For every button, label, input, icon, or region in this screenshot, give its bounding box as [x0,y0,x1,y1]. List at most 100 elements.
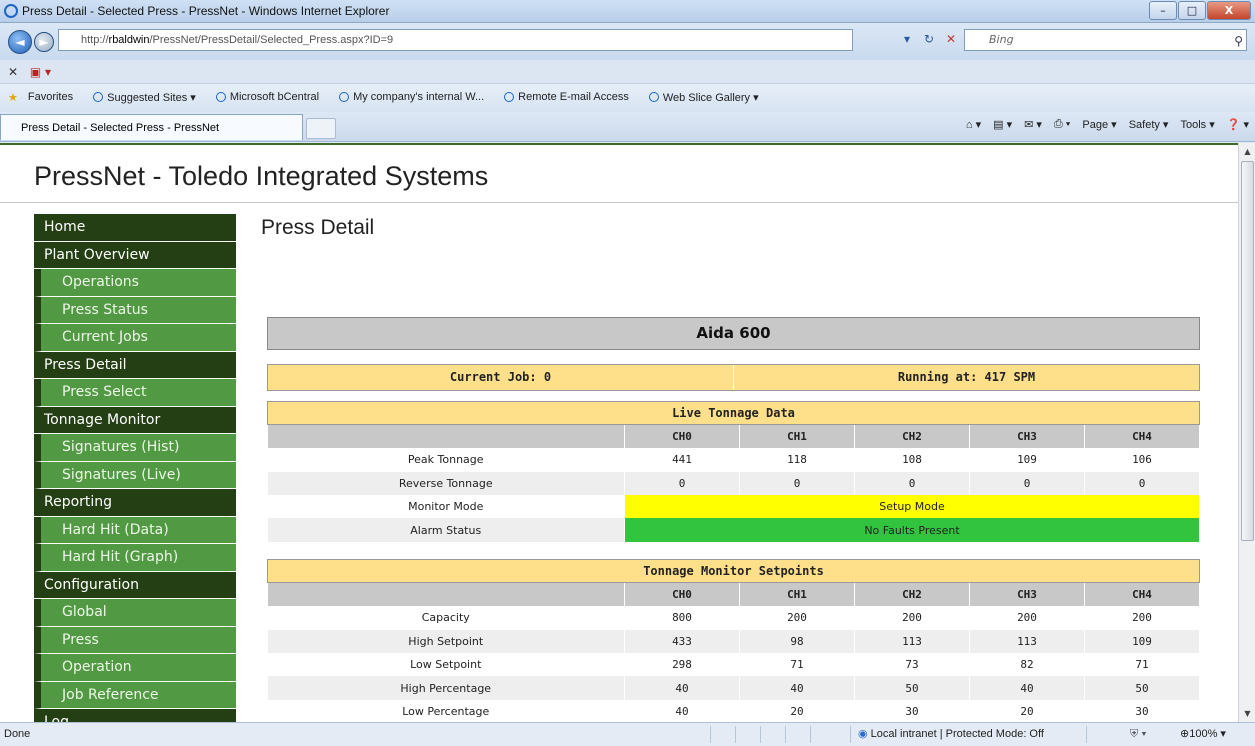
fav-internal[interactable]: My company's internal W... [339,91,494,103]
security-zone[interactable]: ◉ Local intranet | Protected Mode: Off [858,723,1044,746]
table-cell: 0 [739,471,855,496]
print-icon[interactable]: ⎙ ▾ [1054,118,1070,131]
table-cell: 109 [969,448,1085,472]
table-cell: 433 [624,629,740,654]
table-cell: 298 [624,653,740,677]
fav-web-slice[interactable]: Web Slice Gallery ▾ [648,91,769,104]
sidebar-item-reporting[interactable]: Reporting [34,489,236,517]
tab-press-detail[interactable]: Press Detail - Selected Press - PressNet [0,114,303,140]
scroll-down-icon[interactable]: ▼ [1239,705,1255,722]
page-menu[interactable]: Page ▾ [1082,118,1116,131]
table-row: Peak Tonnage 441 118 108 109 106 [267,448,1200,472]
sidebar-item-signatures-live[interactable]: Signatures (Live) [34,461,236,489]
sidebar-item-current-jobs[interactable]: Current Jobs [34,324,236,352]
ie-page-icon [339,92,350,102]
address-input[interactable]: http://rbaldwin/PressNet/PressDetail/Sel… [58,29,853,51]
search-icon[interactable]: ⚲ [1234,34,1243,48]
table-cell: 200 [854,606,970,630]
table-cell: 82 [969,653,1085,677]
refresh-icon[interactable]: ↻ [918,29,940,51]
sidebar-item-configuration[interactable]: Configuration [34,571,236,599]
fav-bcentral[interactable]: Microsoft bCentral [215,91,329,103]
fav-suggested-sites[interactable]: Suggested Sites ▾ [93,91,206,104]
job-status-row: Current Job: 0 Running at: 417 SPM [267,364,1200,391]
forward-button[interactable]: ► [34,31,54,52]
page-title: Press Detail [261,216,375,239]
column-header: CH2 [854,582,970,607]
help-icon[interactable]: ❓ ▾ [1227,118,1249,131]
close-tab-icon[interactable]: ✕ [8,65,18,79]
column-header: CH2 [854,424,970,449]
scroll-up-icon[interactable]: ▲ [1239,143,1255,160]
sidebar-item-global[interactable]: Global [34,599,236,627]
column-header: CH3 [969,582,1085,607]
table-cell: 40 [969,676,1085,700]
status-divider [760,726,761,743]
sidebar-item-press-status[interactable]: Press Status [34,296,236,324]
tools-menu[interactable]: Tools ▾ [1180,118,1214,131]
table-cell: 30 [1084,699,1200,722]
zoom-control[interactable]: ⊕100% ▾ [1180,723,1226,746]
safety-menu[interactable]: Safety ▾ [1129,118,1169,131]
sidebar-item-plant-overview[interactable]: Plant Overview [34,241,236,269]
table-row: High Setpoint 433 98 113 113 109 [267,629,1200,654]
sidebar-item-hard-hit-data[interactable]: Hard Hit (Data) [34,516,236,544]
translate-icon[interactable]: ▣ ▾ [30,65,51,79]
sidebar-item-operation[interactable]: Operation [34,654,236,682]
maximize-button[interactable]: □ [1178,1,1206,20]
sidebar-item-home[interactable]: Home [34,214,236,242]
home-icon[interactable]: ⌂ ▾ [966,118,981,131]
table-cell: 113 [969,629,1085,654]
table-cell: 113 [854,629,970,654]
table-row: High Percentage 40 40 50 40 50 [267,676,1200,700]
window-titlebar: Press Detail - Selected Press - PressNet… [0,0,1255,23]
command-row: ✕ ▣ ▾ [0,60,1255,84]
column-header: CH3 [969,424,1085,449]
sidebar-item-press[interactable]: Press [34,626,236,654]
favorites-button[interactable]: ★ Favorites [8,91,83,104]
tab-row: Press Detail - Selected Press - PressNet… [0,112,1255,142]
setpoints-title: Tonnage Monitor Setpoints [267,558,1200,584]
column-header: CH4 [1084,582,1200,607]
table-cell: 800 [624,606,740,630]
fav-remote-email[interactable]: Remote E-mail Access [504,91,639,103]
sidebar-item-signatures-hist[interactable]: Signatures (Hist) [34,434,236,462]
minimize-button[interactable]: – [1149,1,1177,20]
table-cell: 50 [854,676,970,700]
search-input[interactable]: Bing [964,29,1247,51]
sidebar-item-hard-hit-graph[interactable]: Hard Hit (Graph) [34,544,236,572]
stop-icon[interactable]: ✕ [940,29,962,51]
table-cell: 98 [739,629,855,654]
table-cell: 30 [854,699,970,722]
sidebar-item-press-detail[interactable]: Press Detail [34,351,236,379]
new-tab-button[interactable] [306,118,336,139]
ie-page-icon [93,92,104,102]
table-row: Low Setpoint 298 71 73 82 71 [267,653,1200,677]
row-label: Alarm Status [267,518,625,542]
close-button[interactable]: X [1207,1,1251,20]
protected-mode-icon[interactable]: ⛨ ▾ [1130,723,1147,746]
site-title: PressNet - Toledo Integrated Systems [34,161,489,191]
column-header: CH4 [1084,424,1200,449]
scroll-thumb[interactable] [1241,161,1254,541]
sidebar-item-log[interactable]: Log [34,709,236,722]
sidebar-item-operations[interactable]: Operations [34,269,236,297]
current-job: Current Job: 0 [268,365,734,390]
dropdown-icon[interactable]: ▾ [896,29,918,51]
vertical-scrollbar[interactable]: ▲ ▼ [1238,143,1255,722]
row-label: Capacity [267,606,625,630]
table-cell: 441 [624,448,740,472]
feeds-icon[interactable]: ▤ ▾ [993,118,1012,131]
table-cell: 109 [1084,629,1200,654]
sidebar-item-tonnage-monitor[interactable]: Tonnage Monitor [34,406,236,434]
row-label: Monitor Mode [267,495,625,519]
back-button[interactable]: ◄ [8,29,32,54]
press-name-header: Aida 600 [267,317,1200,350]
sidebar-item-press-select[interactable]: Press Select [34,379,236,407]
ie-page-icon [215,92,226,102]
mail-icon[interactable]: ✉ ▾ [1024,118,1042,131]
header-divider [0,202,1238,203]
address-toolbar: ◄ ► http://rbaldwin/PressNet/PressDetail… [0,23,1255,60]
sidebar-item-job-reference[interactable]: Job Reference [34,681,236,709]
column-header: CH1 [739,424,855,449]
